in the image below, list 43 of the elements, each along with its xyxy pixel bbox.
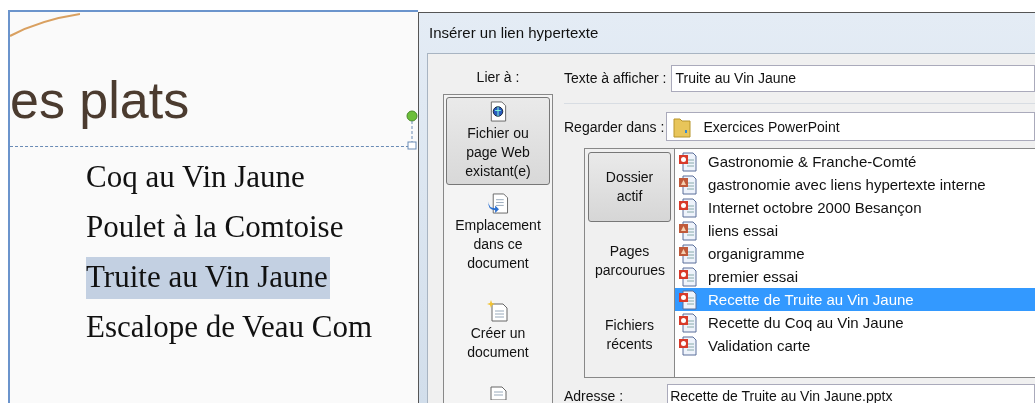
document-globe-icon: [488, 101, 508, 122]
slideshow-file-icon: [678, 174, 698, 195]
file-list-item[interactable]: Validation carte: [675, 334, 1035, 357]
presentation-file-icon: [678, 151, 698, 172]
file-list-item[interactable]: premier essai: [675, 265, 1035, 288]
slide-bullet-text: Escalope de Veau Com: [86, 308, 374, 346]
text-to-display-label: Texte à afficher :: [564, 70, 667, 86]
link-type-button[interactable]: Emplacement dans ce document: [446, 189, 550, 277]
look-in-label: Regarder dans :: [564, 118, 665, 135]
file-list-item[interactable]: Gastronomie & Franche-Comté: [675, 150, 1035, 173]
slide-bullet-text: Poulet à la Comtoise: [86, 208, 345, 246]
slide-bullet-text: Coq au Vin Jaune: [86, 158, 306, 196]
slide-bullet-text: Truite au Vin Jaune: [86, 257, 330, 299]
look-in-dropdown[interactable]: Exercices PowerPoint: [666, 112, 1035, 141]
file-list-item[interactable]: liens essai: [675, 219, 1035, 242]
rotation-handle-icon[interactable]: [406, 110, 418, 150]
file-list-item[interactable]: organigramme: [675, 242, 1035, 265]
document-icon: [488, 386, 508, 400]
link-type-button[interactable]: Fichier ou page Web existant(e): [446, 97, 550, 185]
new-document-icon: [487, 300, 509, 322]
slideshow-file-icon: [678, 243, 698, 264]
presentation-file-icon: [678, 312, 698, 333]
slide-title: es plats: [10, 70, 191, 130]
source-button[interactable]: Pages parcourues: [588, 226, 671, 296]
file-list-item[interactable]: Recette du Coq au Vin Jaune: [675, 311, 1035, 334]
file-list-item[interactable]: gastronomie avec liens hypertexte interne: [675, 173, 1035, 196]
document-arrow-icon: [487, 193, 509, 214]
source-button[interactable]: Fichiers récents: [588, 300, 671, 370]
link-type-button[interactable]: Créer un document: [446, 281, 550, 373]
address-field[interactable]: Recette de Truite au Vin Jaune.pptx: [667, 384, 1035, 403]
presentation-file-icon: [678, 266, 698, 287]
text-to-display-field[interactable]: Truite au Vin Jaune: [671, 64, 1035, 92]
link-to-label: Lier à :: [476, 69, 520, 85]
slideshow-file-icon: [678, 220, 698, 241]
presentation-file-icon: [678, 335, 698, 356]
folder-icon: [673, 115, 692, 138]
file-list-item[interactable]: Internet octobre 2000 Besançon: [675, 196, 1035, 219]
dialog-title: Insérer un lien hypertexte: [428, 23, 600, 43]
source-button[interactable]: Dossier actif: [588, 152, 671, 222]
presentation-file-icon: [678, 197, 698, 218]
presentation-file-icon: [678, 289, 698, 310]
address-label: Adresse :: [564, 388, 624, 403]
slide-decoration-curve: [10, 12, 80, 38]
